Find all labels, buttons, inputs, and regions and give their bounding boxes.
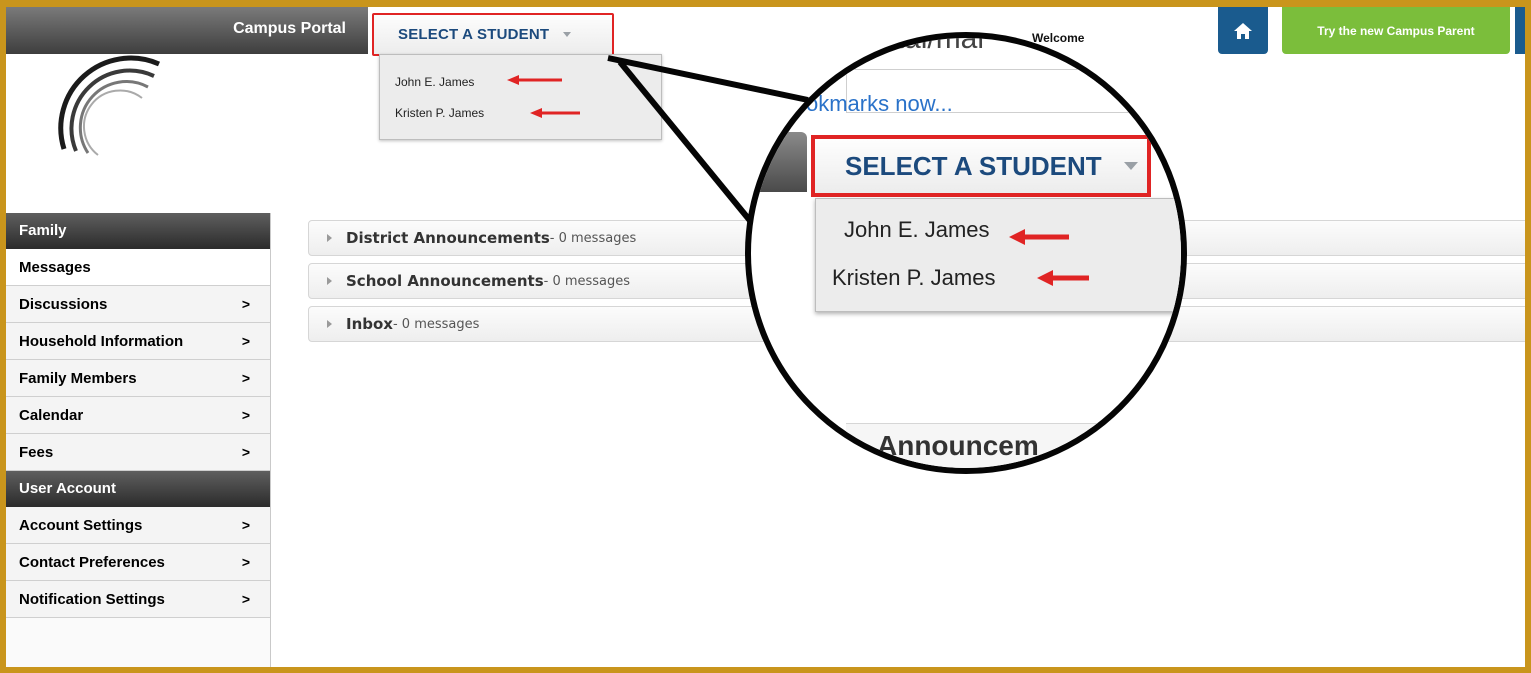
red-arrow-icon (1037, 270, 1089, 286)
magnified-announcements-text: Announcem (877, 430, 1039, 461)
red-arrow-icon (507, 75, 562, 85)
red-arrow-icon (1009, 229, 1069, 245)
magnified-arrows (1009, 229, 1089, 286)
red-arrow-icon (530, 108, 580, 118)
magnifier-callout: ortal/mai okmarks now... SELECT A STUDEN… (745, 32, 1187, 474)
